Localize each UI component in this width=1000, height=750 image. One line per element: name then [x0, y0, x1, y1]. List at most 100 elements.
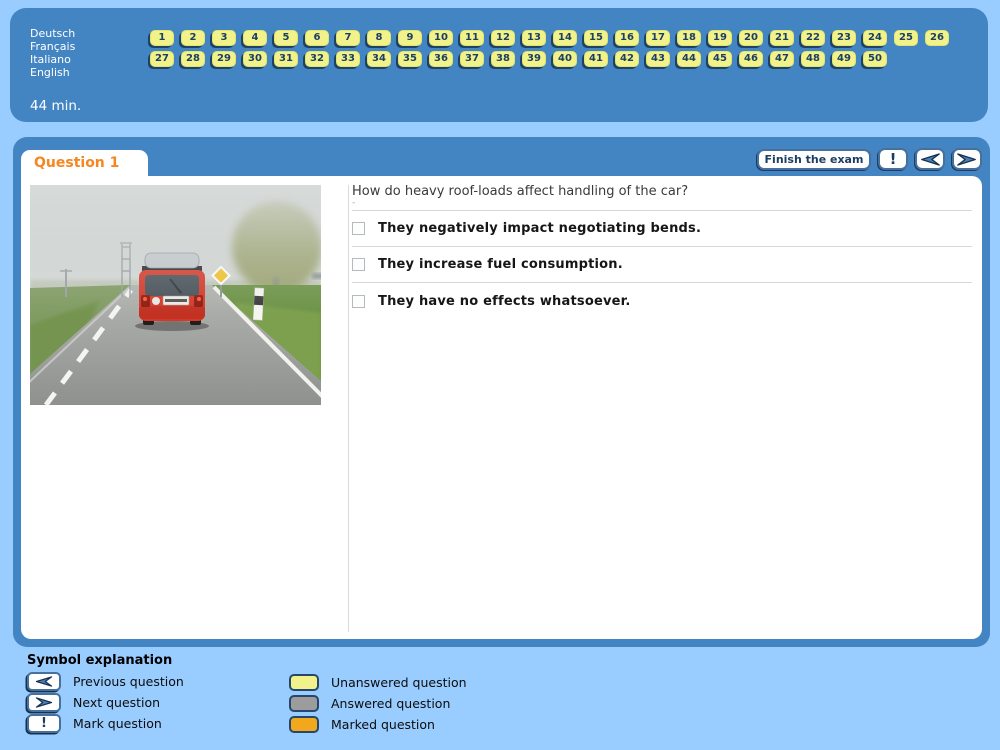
legend-label: Next question: [73, 695, 161, 710]
question-number-38[interactable]: 38: [491, 51, 515, 67]
question-number-17[interactable]: 17: [646, 30, 670, 46]
answer-checkbox[interactable]: [352, 258, 365, 271]
question-number-31[interactable]: 31: [274, 51, 298, 67]
question-number-3[interactable]: 3: [212, 30, 236, 46]
question-number-20[interactable]: 20: [739, 30, 763, 46]
question-note: -: [352, 198, 356, 208]
legend-label: Marked question: [331, 717, 435, 732]
question-number-49[interactable]: 49: [832, 51, 856, 67]
answer-checkbox[interactable]: [352, 294, 365, 308]
status-swatch: [289, 674, 319, 691]
legend-title: Symbol explanation: [27, 653, 173, 668]
question-number-21[interactable]: 21: [770, 30, 794, 46]
question-number-30[interactable]: 30: [243, 51, 267, 67]
previous-arrow-icon: [921, 152, 940, 166]
question-number-25[interactable]: 25: [894, 30, 918, 46]
answer-row: They have no effects whatsoever.: [352, 283, 972, 319]
question-number-4[interactable]: 4: [243, 30, 267, 46]
next-arrow-icon: [957, 152, 976, 166]
next-question-button[interactable]: [952, 148, 982, 170]
finish-exam-button[interactable]: Finish the exam: [757, 148, 871, 170]
question-text: How do heavy roof-loads affect handling …: [352, 184, 689, 199]
question-number-12[interactable]: 12: [491, 30, 515, 46]
legend-label: Answered question: [331, 696, 451, 711]
legend-buttons-column: Previous question Next question! Mark ques…: [27, 672, 184, 735]
question-number-46[interactable]: 46: [739, 51, 763, 67]
language-franais[interactable]: Français: [30, 40, 75, 53]
mark-question-button[interactable]: !: [878, 148, 908, 170]
legend-item: Previous question: [27, 672, 184, 691]
question-number-14[interactable]: 14: [553, 30, 577, 46]
question-number-13[interactable]: 13: [522, 30, 546, 46]
question-number-8[interactable]: 8: [367, 30, 391, 46]
answer-row: They increase fuel consumption.: [352, 247, 972, 283]
question-number-45[interactable]: 45: [708, 51, 732, 67]
panel-toolbar: Finish the exam !: [757, 148, 982, 170]
question-number-26[interactable]: 26: [925, 30, 949, 46]
question-number-2[interactable]: 2: [181, 30, 205, 46]
question-number-36[interactable]: 36: [429, 51, 453, 67]
question-number-5[interactable]: 5: [274, 30, 298, 46]
question-tab: Question 1: [21, 150, 148, 176]
question-number-27[interactable]: 27: [150, 51, 174, 67]
question-number-33[interactable]: 33: [336, 51, 360, 67]
legend-item: Unanswered question: [289, 673, 467, 692]
question-number-24[interactable]: 24: [863, 30, 887, 46]
question-number-43[interactable]: 43: [646, 51, 670, 67]
question-number-34[interactable]: 34: [367, 51, 391, 67]
question-number-16[interactable]: 16: [615, 30, 639, 46]
language-italiano[interactable]: Italiano: [30, 53, 75, 66]
legend-item: Answered question: [289, 694, 467, 713]
next-arrow-icon: [27, 693, 61, 712]
language-english[interactable]: English: [30, 66, 75, 79]
legend-label: Mark question: [73, 716, 162, 731]
question-number-6[interactable]: 6: [305, 30, 329, 46]
question-number-32[interactable]: 32: [305, 51, 329, 67]
question-area: How do heavy roof-loads affect handling …: [352, 176, 972, 319]
question-number-23[interactable]: 23: [832, 30, 856, 46]
question-number-39[interactable]: 39: [522, 51, 546, 67]
top-bar: Deutsch Français Italiano English 123456789…: [10, 8, 988, 122]
legend-item: Next question: [27, 693, 184, 712]
question-number-19[interactable]: 19: [708, 30, 732, 46]
question-number-22[interactable]: 22: [801, 30, 825, 46]
question-number-37[interactable]: 37: [460, 51, 484, 67]
exam-timer: 44 min.: [30, 98, 82, 114]
question-number-48[interactable]: 48: [801, 51, 825, 67]
question-number-9[interactable]: 9: [398, 30, 422, 46]
language-deutsch[interactable]: Deutsch: [30, 27, 75, 40]
question-number-40[interactable]: 40: [553, 51, 577, 67]
question-number-row-1: 1 2 3 4 5 6 7 8 9 10 11 12 13 14 15 16 17 18 19 20 21 22 23 24 2…: [150, 30, 949, 46]
question-number-44[interactable]: 44: [677, 51, 701, 67]
question-number-11[interactable]: 11: [460, 30, 484, 46]
question-number-10[interactable]: 10: [429, 30, 453, 46]
question-number-29[interactable]: 29: [212, 51, 236, 67]
question-number-50[interactable]: 50: [863, 51, 887, 67]
previous-arrow-icon: [27, 672, 61, 691]
question-content: How do heavy roof-loads affect handling …: [0, 176, 982, 639]
column-divider: [348, 185, 349, 632]
answer-checkbox[interactable]: [352, 222, 365, 235]
road-scene-illustration: [0, 185, 348, 407]
exclamation-icon: !: [27, 714, 61, 733]
question-number-42[interactable]: 42: [615, 51, 639, 67]
legend-label: Unanswered question: [331, 675, 467, 690]
answer-label: They increase fuel consumption.: [378, 257, 623, 272]
question-number-1[interactable]: 1: [150, 30, 174, 46]
answer-label: They negatively impact negotiating bends…: [378, 221, 702, 236]
question-number-15[interactable]: 15: [584, 30, 608, 46]
question-number-row-2: 27 28 29 30 31 32 33 34 35 36 37 38 39 40 41 42 43 44 45 46…: [150, 51, 949, 67]
answer-row: They negatively impact negotiating bends…: [352, 211, 972, 247]
question-number-41[interactable]: 41: [584, 51, 608, 67]
question-number-18[interactable]: 18: [677, 30, 701, 46]
previous-question-button[interactable]: [915, 148, 945, 170]
answer-list: They negatively impact negotiating bends…: [352, 211, 972, 319]
question-number-28[interactable]: 28: [181, 51, 205, 67]
exclamation-icon: !: [889, 149, 897, 168]
question-panel: Question 1 Finish the exam ! How do heav…: [0, 137, 990, 647]
question-number-47[interactable]: 47: [770, 51, 794, 67]
status-swatch: [289, 716, 319, 733]
question-number-35[interactable]: 35: [398, 51, 422, 67]
question-number-7[interactable]: 7: [336, 30, 360, 46]
question-header: How do heavy roof-loads affect handling …: [352, 176, 972, 211]
